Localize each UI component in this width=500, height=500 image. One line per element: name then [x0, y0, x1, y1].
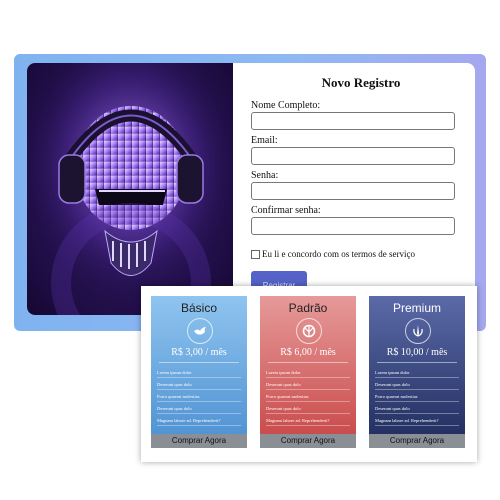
buy-now-button[interactable]: Comprar Agora: [369, 434, 465, 448]
bird-icon: [187, 318, 213, 344]
divider: [159, 362, 239, 363]
terms-row: Eu li e concordo com os termos de serviç…: [251, 249, 415, 259]
plan-name: Premium: [392, 301, 441, 315]
feature-item: Porro quaerat molestias: [157, 392, 241, 402]
feature-item: Lorem ipsum dolor: [375, 368, 459, 378]
feature-item: Porro quaerat molestias: [266, 392, 350, 402]
form-title: Novo Registro: [321, 75, 401, 90]
plan-card-padrao: Padrão R$ 6,00 / mês Lorem ipsum dolor D…: [260, 296, 356, 448]
feature-item: Lorem ipsum dolor: [157, 368, 241, 378]
confirm-password-input[interactable]: [251, 217, 455, 235]
buy-now-button[interactable]: Comprar Agora: [260, 434, 356, 448]
full-name-input[interactable]: [251, 112, 455, 130]
feature-list: Lorem ipsum dolor Deserunt quas dolo Por…: [375, 368, 459, 428]
confirm-password-label: Confirmar senha:: [251, 205, 321, 216]
plan-price: R$ 3,00 / mês: [171, 347, 227, 358]
feature-list: Lorem ipsum dolor Deserunt quas dolo Por…: [157, 368, 241, 428]
terms-checkbox[interactable]: [251, 249, 260, 259]
password-input[interactable]: [251, 182, 455, 200]
plan-card-premium: Premium R$ 10,00 / mês Lorem ipsum dolor…: [369, 296, 465, 448]
feature-item: Deserunt quas dolo: [266, 380, 350, 390]
feature-item: Deserunt quas dolo: [375, 380, 459, 390]
feature-list: Lorem ipsum dolor Deserunt quas dolo Por…: [266, 368, 350, 428]
feature-item: Deserunt quas dolo: [157, 404, 241, 414]
feature-item: Deserunt quas dolo: [157, 380, 241, 390]
buy-now-button[interactable]: Comprar Agora: [151, 434, 247, 448]
rebel-alliance-icon: [296, 318, 322, 344]
hero-image-dj-skull: [27, 63, 233, 315]
registration-card: Novo Registro Nome Completo: Email: Senh…: [27, 63, 475, 315]
password-label: Senha:: [251, 170, 279, 181]
email-label: Email:: [251, 135, 278, 146]
registration-form: Novo Registro Nome Completo: Email: Senh…: [251, 63, 475, 315]
feature-item: Porro quaerat molestias: [375, 392, 459, 402]
plan-price: R$ 10,00 / mês: [386, 347, 448, 358]
email-input[interactable]: [251, 147, 455, 165]
plan-name: Padrão: [288, 301, 328, 315]
plan-price: R$ 6,00 / mês: [280, 347, 336, 358]
terms-label: Eu li e concordo com os termos de serviç…: [262, 249, 415, 259]
feature-item: Magnam labore ad. Reprehenderit?: [157, 416, 241, 426]
full-name-label: Nome Completo:: [251, 100, 321, 111]
jedi-order-icon: [405, 318, 431, 344]
plan-name: Básico: [180, 301, 218, 315]
feature-item: Magnam labore ad. Reprehenderit?: [266, 416, 350, 426]
feature-item: Deserunt quas dolo: [266, 404, 350, 414]
feature-item: Deserunt quas dolo: [375, 404, 459, 414]
dj-skull-illustration: [27, 63, 233, 315]
pricing-panel: Básico R$ 3,00 / mês Lorem ipsum dolor D…: [141, 286, 477, 462]
plan-card-basico: Básico R$ 3,00 / mês Lorem ipsum dolor D…: [151, 296, 247, 448]
feature-item: Magnam labore ad. Reprehenderit?: [375, 416, 459, 426]
feature-item: Lorem ipsum dolor: [266, 368, 350, 378]
divider: [377, 362, 457, 363]
divider: [268, 362, 348, 363]
